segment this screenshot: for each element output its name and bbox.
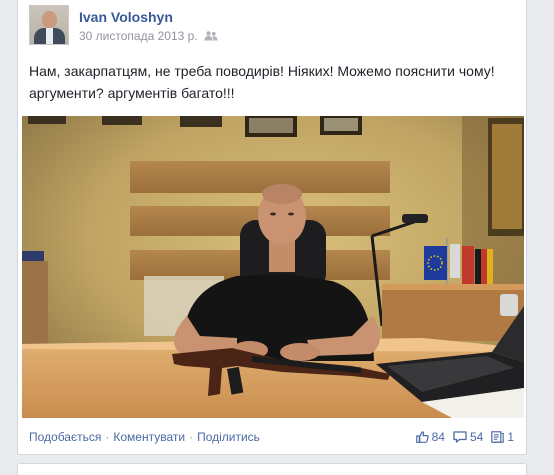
likes-count[interactable]: 84 — [415, 430, 445, 444]
separator: · — [189, 430, 194, 444]
likes-count-value: 84 — [431, 430, 445, 444]
author-name[interactable]: Ivan Voloshyn — [79, 9, 173, 25]
comment-link[interactable]: Коментувати — [113, 430, 185, 444]
shares-count-value: 1 — [507, 430, 514, 444]
friends-icon — [204, 31, 218, 41]
thumbs-up-icon — [415, 431, 429, 443]
post-text: Нам, закарпатцям, не треба поводирів! Ні… — [29, 63, 495, 101]
comment-icon — [453, 431, 467, 443]
comments-count-value: 54 — [469, 430, 484, 444]
author-avatar[interactable] — [29, 5, 69, 45]
share-icon — [491, 431, 505, 443]
post-date[interactable]: 30 листопада 2013 р. — [79, 29, 198, 43]
post-counts: 84 54 1 — [415, 430, 514, 444]
post-card: Ivan Voloshyn 30 листопада 2013 р. Нам, … — [17, 0, 527, 455]
separator: · — [105, 430, 110, 444]
next-post-card — [17, 463, 527, 475]
post-meta: 30 листопада 2013 р. — [79, 29, 218, 43]
comments-count[interactable]: 54 — [453, 430, 483, 444]
post-actions: Подобається · Коментувати · Поділитись — [29, 430, 260, 444]
like-link[interactable]: Подобається — [29, 430, 101, 444]
photo-scene — [22, 116, 524, 418]
share-link[interactable]: Поділитись — [197, 430, 260, 444]
shares-count[interactable]: 1 — [491, 430, 514, 444]
post-photo[interactable] — [22, 116, 524, 418]
